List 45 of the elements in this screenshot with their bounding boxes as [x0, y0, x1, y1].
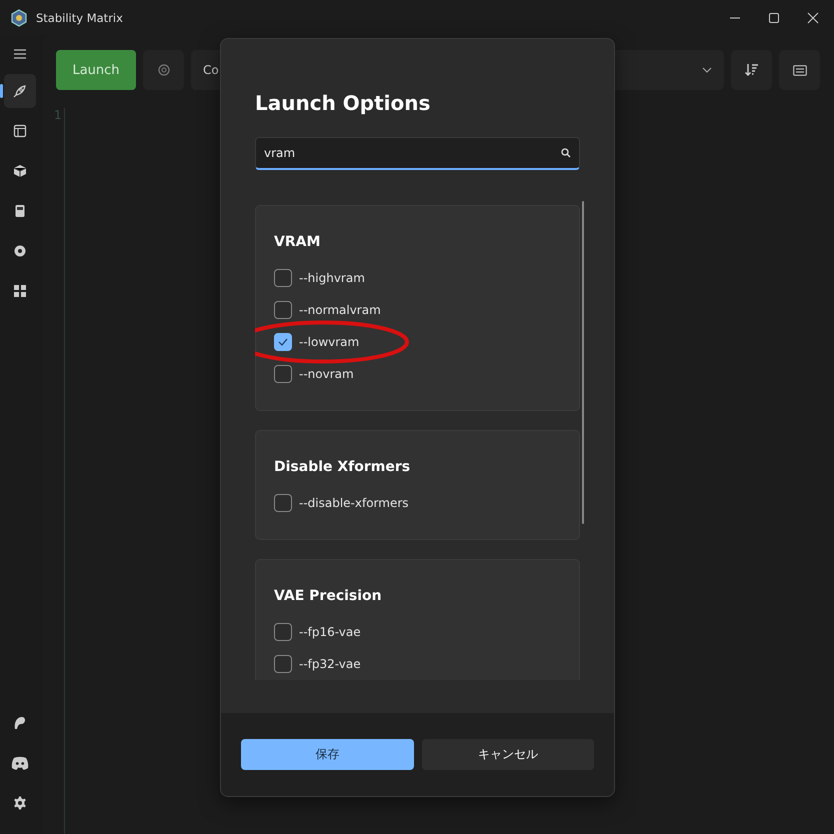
calculator-icon [13, 204, 27, 218]
keyboard-button[interactable] [779, 50, 820, 90]
checkbox[interactable] [274, 333, 292, 351]
section-title: VAE Precision [274, 588, 383, 604]
checkbox[interactable] [274, 365, 292, 383]
cancel-button[interactable]: キャンセル [422, 739, 594, 770]
checkbox[interactable] [274, 623, 292, 641]
sort-icon [744, 62, 760, 78]
option-label: --fp32-vae [299, 657, 361, 671]
check-icon [278, 338, 288, 346]
settings-icon[interactable] [13, 796, 27, 810]
checkbox[interactable] [274, 269, 292, 287]
search-field[interactable]: vram [255, 137, 580, 170]
grid-icon [13, 284, 27, 298]
checkbox[interactable] [274, 494, 292, 512]
option-label: --lowvram [299, 335, 360, 349]
search-icon [561, 148, 571, 158]
settings-button[interactable] [143, 50, 184, 90]
option-label: --fp16-vae [299, 625, 361, 639]
section-title: Disable Xformers [274, 459, 412, 475]
section-title: VRAM [274, 234, 322, 250]
dialog-title: Launch Options [255, 91, 432, 115]
option-label: --disable-xformers [299, 496, 409, 510]
cube-icon [13, 164, 27, 178]
save-button[interactable]: 保存 [241, 739, 414, 770]
maximize-icon[interactable] [768, 12, 780, 24]
rocket-icon [13, 84, 27, 98]
option-label: --highvram [299, 271, 365, 285]
checkbox[interactable] [274, 301, 292, 319]
patreon-icon[interactable] [13, 716, 27, 730]
checkbox[interactable] [274, 655, 292, 673]
scrollbar[interactable] [582, 201, 584, 524]
close-icon[interactable] [807, 12, 819, 24]
menu-icon[interactable] [13, 48, 27, 60]
discord-icon[interactable] [11, 756, 29, 770]
app-logo-icon [10, 8, 28, 26]
window-title: Stability Matrix [36, 10, 123, 24]
disc-icon [13, 244, 27, 258]
gear-icon [156, 63, 170, 77]
keyboard-icon [792, 64, 806, 76]
sort-button[interactable] [731, 50, 772, 90]
chevron-icon [702, 67, 712, 73]
option-label: --normalvram [299, 303, 381, 317]
window-icon [13, 124, 27, 138]
option-label: --novram [299, 367, 354, 381]
